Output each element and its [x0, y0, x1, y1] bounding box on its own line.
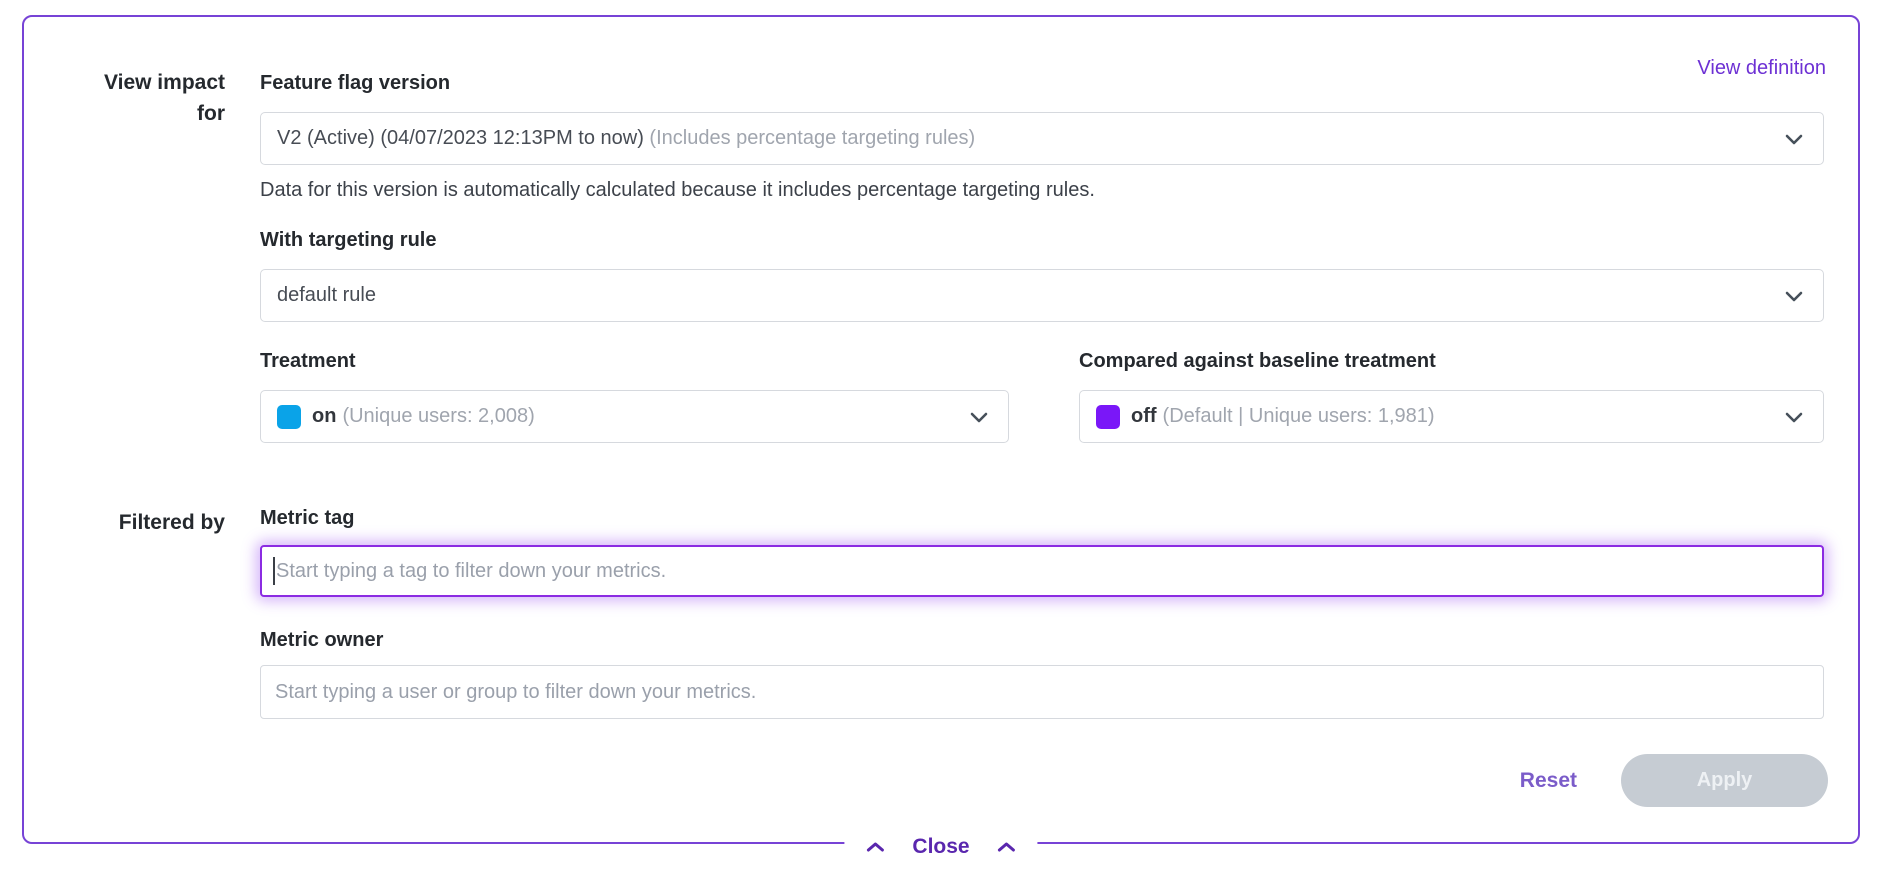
- close-label: Close: [912, 835, 969, 859]
- impact-filter-panel: View definition View impact for Feature …: [22, 15, 1860, 844]
- chevron-up-icon: [864, 840, 886, 854]
- section-label-line2: for: [64, 98, 225, 129]
- section-label-line1: View impact: [64, 67, 225, 98]
- baseline-color-swatch: [1096, 405, 1120, 429]
- feature-flag-version-select[interactable]: V2 (Active) (04/07/2023 12:13PM to now) …: [260, 112, 1824, 165]
- treatment-select[interactable]: on (Unique users: 2,008): [260, 390, 1009, 443]
- baseline-treatment-select[interactable]: off (Default | Unique users: 1,981): [1079, 390, 1824, 443]
- metric-tag-label: Metric tag: [260, 507, 354, 530]
- reset-button[interactable]: Reset: [1520, 769, 1577, 793]
- footer-actions: Reset Apply: [1520, 754, 1828, 807]
- feature-flag-version-label: Feature flag version: [260, 72, 450, 95]
- chevron-up-icon: [996, 840, 1018, 854]
- metric-owner-input[interactable]: [260, 665, 1824, 719]
- chevron-down-icon: [1781, 126, 1807, 152]
- text-cursor: [273, 557, 275, 585]
- chevron-down-icon: [966, 404, 992, 430]
- metric-tag-input[interactable]: [260, 545, 1824, 597]
- close-panel-control[interactable]: Close: [844, 835, 1037, 859]
- chevron-down-icon: [1781, 404, 1807, 430]
- treatment-label: Treatment: [260, 350, 356, 373]
- metric-owner-label: Metric owner: [260, 629, 383, 652]
- treatment-value: on: [312, 405, 336, 428]
- section-label-filtered-by: Filtered by: [64, 507, 225, 538]
- view-definition-link[interactable]: View definition: [1697, 57, 1826, 80]
- targeting-rule-label: With targeting rule: [260, 229, 436, 252]
- feature-flag-version-hint: (Includes percentage targeting rules): [649, 127, 975, 150]
- metric-owner-field-wrap: [260, 665, 1824, 719]
- feature-flag-version-helper-text: Data for this version is automatically c…: [260, 179, 1095, 202]
- targeting-rule-value: default rule: [277, 284, 376, 307]
- apply-button[interactable]: Apply: [1621, 754, 1828, 807]
- feature-flag-version-value: V2 (Active) (04/07/2023 12:13PM to now): [277, 127, 649, 150]
- treatment-hint: (Unique users: 2,008): [342, 405, 534, 428]
- targeting-rule-select[interactable]: default rule: [260, 269, 1824, 322]
- baseline-hint: (Default | Unique users: 1,981): [1163, 405, 1435, 428]
- baseline-treatment-label: Compared against baseline treatment: [1079, 350, 1436, 373]
- metric-tag-field-wrap: [260, 545, 1824, 597]
- chevron-down-icon: [1781, 283, 1807, 309]
- baseline-value: off: [1131, 405, 1157, 428]
- section-label-view-impact-for: View impact for: [64, 67, 225, 129]
- treatment-color-swatch: [277, 405, 301, 429]
